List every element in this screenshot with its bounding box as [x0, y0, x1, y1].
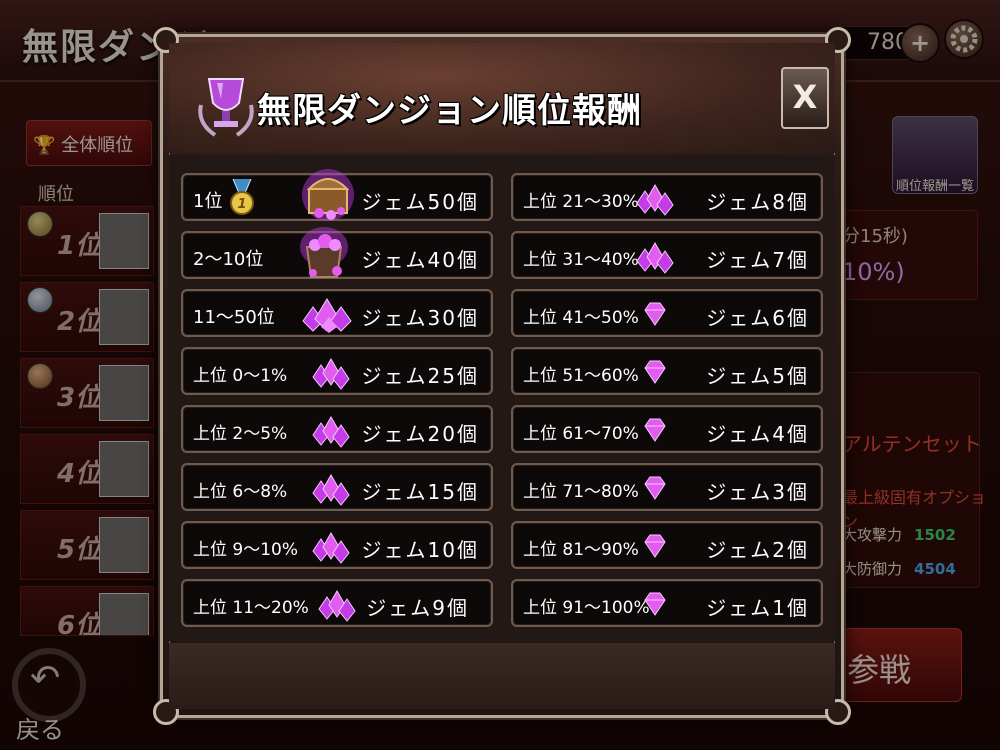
- reward-rank: 11〜50位: [193, 307, 275, 328]
- reward-amount: ジェム25個: [361, 364, 479, 388]
- reward-row-right: 上位 21〜30% ジェム8個: [511, 173, 823, 221]
- reward-table: 1位 1 ジェム50個 2〜10位 ジェム40個 11〜50位 ジェム30個 上…: [169, 155, 835, 641]
- gem-single-icon: [644, 302, 666, 326]
- gem-cluster-icon: [312, 473, 350, 506]
- reward-amount: ジェム7個: [706, 248, 809, 272]
- reward-rank: 上位 71〜80%: [523, 482, 639, 502]
- reward-row-right: 上位 91〜100% ジェム1個: [511, 579, 823, 627]
- gem-single-icon: [644, 360, 666, 384]
- close-button[interactable]: X: [781, 67, 829, 129]
- gem-single-icon: [644, 418, 666, 442]
- reward-amount: ジェム15個: [361, 480, 479, 504]
- reward-amount: ジェム2個: [706, 538, 809, 562]
- reward-row-left: 上位 11〜20% ジェム9個: [181, 579, 493, 627]
- reward-amount: ジェム50個: [361, 190, 479, 214]
- gem-cluster-icon: [312, 357, 350, 390]
- reward-amount: ジェム5個: [706, 364, 809, 388]
- gem-cluster-icon: [312, 415, 350, 448]
- reward-amount: ジェム1個: [706, 596, 809, 620]
- reward-row-left: 11〜50位 ジェム30個: [181, 289, 493, 337]
- reward-row-left: 1位 1 ジェム50個: [181, 169, 493, 221]
- reward-rank: 上位 21〜30%: [523, 192, 639, 212]
- reward-rank: 1位: [193, 191, 223, 212]
- reward-rank: 上位 41〜50%: [523, 308, 639, 328]
- reward-row-left: 上位 2〜5% ジェム20個: [181, 405, 493, 453]
- reward-row-right: 上位 31〜40% ジェム7個: [511, 231, 823, 279]
- reward-rank: 上位 2〜5%: [193, 424, 288, 444]
- reward-row-left: 上位 9〜10% ジェム10個: [181, 521, 493, 569]
- reward-amount: ジェム8個: [706, 190, 809, 214]
- reward-rank: 上位 0〜1%: [193, 366, 288, 386]
- ranking-reward-modal: 無限ダンジョン順位報酬 X 1位 1 ジェム50個 2〜10位 ジェム40個 1…: [153, 27, 851, 725]
- reward-row-left: 2〜10位 ジェム40個: [181, 227, 493, 279]
- modal-footer: [169, 643, 835, 709]
- gem-pile-icon: [302, 298, 352, 333]
- reward-rank: 上位 9〜10%: [193, 540, 299, 560]
- modal-title: 無限ダンジョン順位報酬: [257, 91, 642, 131]
- reward-row-left: 上位 0〜1% ジェム25個: [181, 347, 493, 395]
- reward-row-left: 上位 6〜8% ジェム15個: [181, 463, 493, 511]
- reward-row-right: 上位 51〜60% ジェム5個: [511, 347, 823, 395]
- reward-row-right: 上位 41〜50% ジェム6個: [511, 289, 823, 337]
- gold-medal-icon: 1: [230, 179, 254, 215]
- reward-amount: ジェム30個: [361, 306, 479, 330]
- gem-cluster-icon: [318, 589, 356, 622]
- gem-cluster-icon: [312, 531, 350, 564]
- reward-amount: ジェム10個: [361, 538, 479, 562]
- reward-rank: 上位 81〜90%: [523, 540, 639, 560]
- reward-rank: 上位 91〜100%: [523, 598, 650, 618]
- reward-amount: ジェム9個: [366, 596, 469, 620]
- pot-gems-icon: [300, 227, 348, 278]
- gem-single-icon: [644, 534, 666, 558]
- reward-row-right: 上位 71〜80% ジェム3個: [511, 463, 823, 511]
- svg-text:1: 1: [237, 197, 246, 212]
- reward-row-right: 上位 81〜90% ジェム2個: [511, 521, 823, 569]
- close-icon: X: [792, 78, 818, 116]
- reward-rank: 2〜10位: [193, 249, 264, 270]
- reward-amount: ジェム3個: [706, 480, 809, 504]
- reward-row-right: 上位 61〜70% ジェム4個: [511, 405, 823, 453]
- gem-single-icon: [644, 476, 666, 500]
- reward-amount: ジェム40個: [361, 248, 479, 272]
- gem-cluster-icon: [636, 183, 674, 216]
- reward-rank: 上位 31〜40%: [523, 250, 639, 270]
- reward-rank: 上位 61〜70%: [523, 424, 639, 444]
- trophy-icon: [198, 78, 254, 137]
- reward-amount: ジェム6個: [706, 306, 809, 330]
- reward-amount: ジェム4個: [706, 422, 809, 446]
- chest-gems-icon: [302, 169, 354, 221]
- reward-rank: 上位 6〜8%: [193, 482, 288, 502]
- reward-amount: ジェム20個: [361, 422, 479, 446]
- reward-rank: 上位 11〜20%: [193, 598, 309, 618]
- modal-header: 無限ダンジョン順位報酬 X: [169, 43, 835, 153]
- gem-single-icon: [644, 592, 666, 616]
- gem-cluster-icon: [636, 241, 674, 274]
- reward-rank: 上位 51〜60%: [523, 366, 639, 386]
